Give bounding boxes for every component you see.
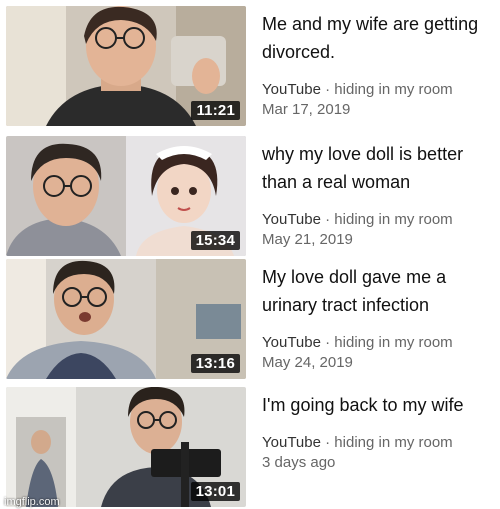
channel-name[interactable]: YouTube	[262, 211, 321, 228]
channel-subtitle: hiding in my room	[334, 434, 453, 451]
channel-name[interactable]: YouTube	[262, 434, 321, 451]
video-thumbnail[interactable]: 13:16	[6, 259, 246, 379]
video-thumbnail[interactable]: 11:21	[6, 6, 246, 126]
video-meta: I'm going back to my wife YouTube · hidi…	[262, 391, 494, 473]
video-title[interactable]: why my love doll is better than a real w…	[262, 140, 494, 196]
separator-dot: ·	[325, 81, 331, 98]
video-channel-line: YouTube · hiding in my room	[262, 433, 494, 453]
video-date: May 21, 2019	[262, 231, 353, 248]
video-channel-line: YouTube · hiding in my room	[262, 210, 494, 230]
video-item[interactable]: 15:34 why my love doll is better than a …	[0, 134, 500, 258]
channel-subtitle: hiding in my room	[334, 211, 453, 228]
video-date: 3 days ago	[262, 454, 336, 471]
video-title[interactable]: Me and my wife are getting divorced.	[262, 10, 494, 66]
channel-subtitle: hiding in my room	[334, 81, 453, 98]
video-meta: why my love doll is better than a real w…	[262, 140, 494, 250]
channel-name[interactable]: YouTube	[262, 334, 321, 351]
separator-dot: ·	[325, 211, 331, 228]
video-duration: 11:21	[191, 101, 240, 120]
video-item[interactable]: 11:21 Me and my wife are getting divorce…	[0, 4, 500, 128]
video-item[interactable]: 13:01 I'm going back to my wife YouTube …	[0, 385, 500, 509]
channel-name[interactable]: YouTube	[262, 81, 321, 98]
video-duration: 13:01	[190, 482, 240, 501]
video-list: 11:21 Me and my wife are getting divorce…	[0, 0, 500, 509]
channel-subtitle: hiding in my room	[334, 334, 453, 351]
video-thumbnail[interactable]: 15:34	[6, 136, 246, 256]
imgflip-watermark: imgflip.com	[4, 496, 60, 508]
video-channel-line: YouTube · hiding in my room	[262, 333, 494, 353]
video-date: May 24, 2019	[262, 354, 353, 371]
video-duration: 15:34	[190, 231, 240, 250]
video-thumbnail[interactable]: 13:01	[6, 387, 246, 507]
separator-dot: ·	[325, 334, 331, 351]
video-duration: 13:16	[190, 354, 240, 373]
video-title[interactable]: I'm going back to my wife	[262, 391, 494, 419]
separator-dot: ·	[325, 434, 331, 451]
video-item[interactable]: 13:16 My love doll gave me a urinary tra…	[0, 257, 500, 381]
video-date: Mar 17, 2019	[262, 101, 351, 118]
video-meta: My love doll gave me a urinary tract inf…	[262, 263, 494, 373]
video-title[interactable]: My love doll gave me a urinary tract inf…	[262, 263, 494, 319]
video-channel-line: YouTube · hiding in my room	[262, 80, 494, 100]
video-meta: Me and my wife are getting divorced. You…	[262, 10, 494, 120]
